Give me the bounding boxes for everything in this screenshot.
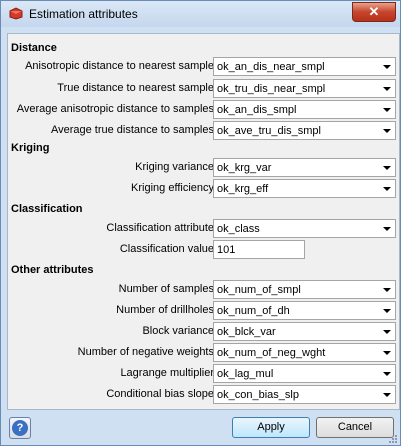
combo-number-of-drillholes[interactable]: ok_num_of_dh: [213, 301, 396, 320]
label-aniso-dist-nearest: Anisotropic distance to nearest sample: [25, 60, 214, 72]
apply-button[interactable]: Apply: [232, 417, 310, 438]
dialog-window: Estimation attributes ✕ Distance Anisotr…: [0, 0, 401, 446]
chevron-down-icon: [383, 309, 391, 313]
label-lagrange-multiplier: Lagrange multiplier: [120, 367, 214, 379]
section-distance: Distance: [11, 42, 57, 54]
label-classification-attribute: Classification attribute: [106, 222, 214, 234]
combo-kriging-efficiency[interactable]: ok_krg_eff: [213, 179, 396, 198]
combo-conditional-bias-slope[interactable]: ok_con_bias_slp: [213, 385, 396, 404]
classification-value-field[interactable]: 101: [213, 240, 305, 259]
combo-classification-attribute[interactable]: ok_class: [213, 219, 396, 238]
chevron-down-icon: [383, 288, 391, 292]
title-bar[interactable]: Estimation attributes ✕: [1, 1, 400, 27]
chevron-down-icon: [383, 187, 391, 191]
label-true-dist-nearest: True distance to nearest sample: [57, 82, 214, 94]
label-conditional-bias-slope: Conditional bias slope: [106, 388, 214, 400]
label-classification-value: Classification value: [119, 243, 214, 255]
label-block-variance: Block variance: [142, 325, 214, 337]
label-avg-aniso-dist: Average anisotropic distance to samples: [16, 103, 214, 115]
combo-true-dist-nearest[interactable]: ok_tru_dis_near_smpl: [213, 79, 396, 98]
form-panel: Distance Anisotropic distance to nearest…: [7, 33, 400, 410]
cancel-button[interactable]: Cancel: [316, 417, 394, 438]
chevron-down-icon: [383, 87, 391, 91]
close-button[interactable]: ✕: [352, 2, 396, 22]
label-kriging-efficiency: Kriging efficiency: [131, 182, 214, 194]
combo-aniso-dist-nearest[interactable]: ok_an_dis_near_smpl: [213, 57, 396, 76]
button-bar: ? Apply Cancel: [1, 409, 400, 445]
combo-negative-weights[interactable]: ok_num_of_neg_wght: [213, 343, 396, 362]
chevron-down-icon: [383, 65, 391, 69]
chevron-down-icon: [383, 393, 391, 397]
section-kriging: Kriging: [11, 142, 50, 154]
section-classification: Classification: [11, 203, 83, 215]
chevron-down-icon: [383, 372, 391, 376]
chevron-down-icon: [383, 166, 391, 170]
section-other-attributes: Other attributes: [11, 264, 94, 276]
label-number-of-samples: Number of samples: [118, 283, 214, 295]
label-kriging-variance: Kriging variance: [135, 161, 214, 173]
combo-number-of-samples[interactable]: ok_num_of_smpl: [213, 280, 396, 299]
close-icon: ✕: [368, 4, 380, 19]
combo-lagrange-multiplier[interactable]: ok_lag_mul: [213, 364, 396, 383]
combo-block-variance[interactable]: ok_blck_var: [213, 322, 396, 341]
resize-grip-icon[interactable]: [388, 434, 398, 444]
help-button[interactable]: ?: [9, 417, 31, 439]
chevron-down-icon: [383, 129, 391, 133]
chevron-down-icon: [383, 351, 391, 355]
chevron-down-icon: [383, 330, 391, 334]
label-avg-true-dist: Average true distance to samples: [50, 124, 214, 136]
label-number-of-drillholes: Number of drillholes: [116, 304, 214, 316]
chevron-down-icon: [383, 108, 391, 112]
help-icon: ?: [12, 420, 28, 436]
chevron-down-icon: [383, 227, 391, 231]
combo-avg-aniso-dist[interactable]: ok_an_dis_smpl: [213, 100, 396, 119]
window-title: Estimation attributes: [29, 7, 138, 21]
combo-kriging-variance[interactable]: ok_krg_var: [213, 158, 396, 177]
app-icon: [9, 7, 23, 20]
combo-avg-true-dist[interactable]: ok_ave_tru_dis_smpl: [213, 121, 396, 140]
label-negative-weights: Number of negative weights: [77, 346, 214, 358]
